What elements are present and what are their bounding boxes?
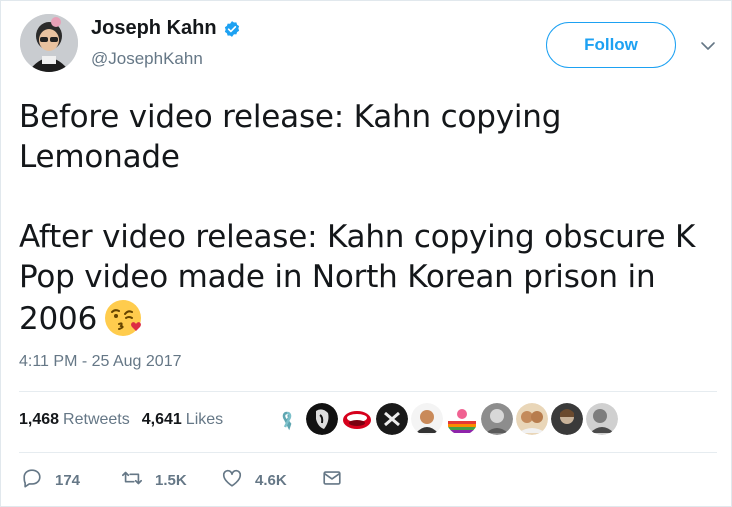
liker-avatar[interactable] [341,403,373,435]
reply-count: 174 [55,472,81,489]
avatar[interactable] [20,14,78,72]
liker-avatar[interactable] [516,403,548,435]
tweet-line: After video release: Kahn copying obscur… [19,219,696,255]
liker-avatar[interactable] [586,403,618,435]
retweets-label: Retweets [63,411,130,428]
tweet-line-last: 2006 [19,297,719,339]
tweet-line-text: 2006 [19,301,98,337]
engagement-stats: 1,468 Retweets 4,641 Likes [19,411,223,429]
heart-icon [221,467,243,494]
retweets-stat[interactable]: 1,468 Retweets [19,411,130,429]
verified-badge-icon [223,20,241,38]
tweet-actions: 174 1.5K 4.6K [21,467,343,494]
retweet-icon [121,467,143,494]
liker-avatars [271,403,621,435]
envelope-icon [321,467,343,494]
chevron-down-icon[interactable] [699,37,717,55]
retweet-count: 1.5K [155,472,187,489]
tweet-timestamp[interactable]: 4:11 PM - 25 Aug 2017 [19,353,181,371]
author-name[interactable]: Joseph Kahn [91,17,241,40]
tweet-line: Pop video made in North Korean prison in [19,259,656,295]
liker-avatar[interactable] [411,403,443,435]
author-name-text: Joseph Kahn [91,17,217,39]
liker-avatar[interactable] [376,403,408,435]
tweet-line: Before video release: Kahn copying [19,99,562,135]
likes-label: Likes [185,411,224,428]
divider [19,452,717,453]
kissing-face-emoji-icon [103,297,145,339]
tweet-card: Joseph Kahn @JosephKahn Follow Before vi… [0,0,732,507]
tweet-text: Before video release: Kahn copying Lemon… [19,97,719,339]
follow-button[interactable]: Follow [546,22,676,68]
divider [19,391,717,392]
direct-message-button[interactable] [321,467,343,494]
liker-avatar[interactable] [271,403,303,435]
like-button[interactable]: 4.6K [221,467,321,494]
like-count: 4.6K [255,472,287,489]
tweet-line: Lemonade [19,139,180,175]
liker-avatar[interactable] [481,403,513,435]
liker-avatar[interactable] [306,403,338,435]
reply-button[interactable]: 174 [21,467,121,494]
retweets-count: 1,468 [19,411,60,428]
likes-stat[interactable]: 4,641 Likes [142,411,223,429]
author-handle[interactable]: @JosephKahn [91,49,203,69]
liker-avatar[interactable] [446,403,478,435]
likes-count: 4,641 [141,411,182,428]
retweet-button[interactable]: 1.5K [121,467,221,494]
liker-avatar[interactable] [551,403,583,435]
reply-icon [21,467,43,494]
